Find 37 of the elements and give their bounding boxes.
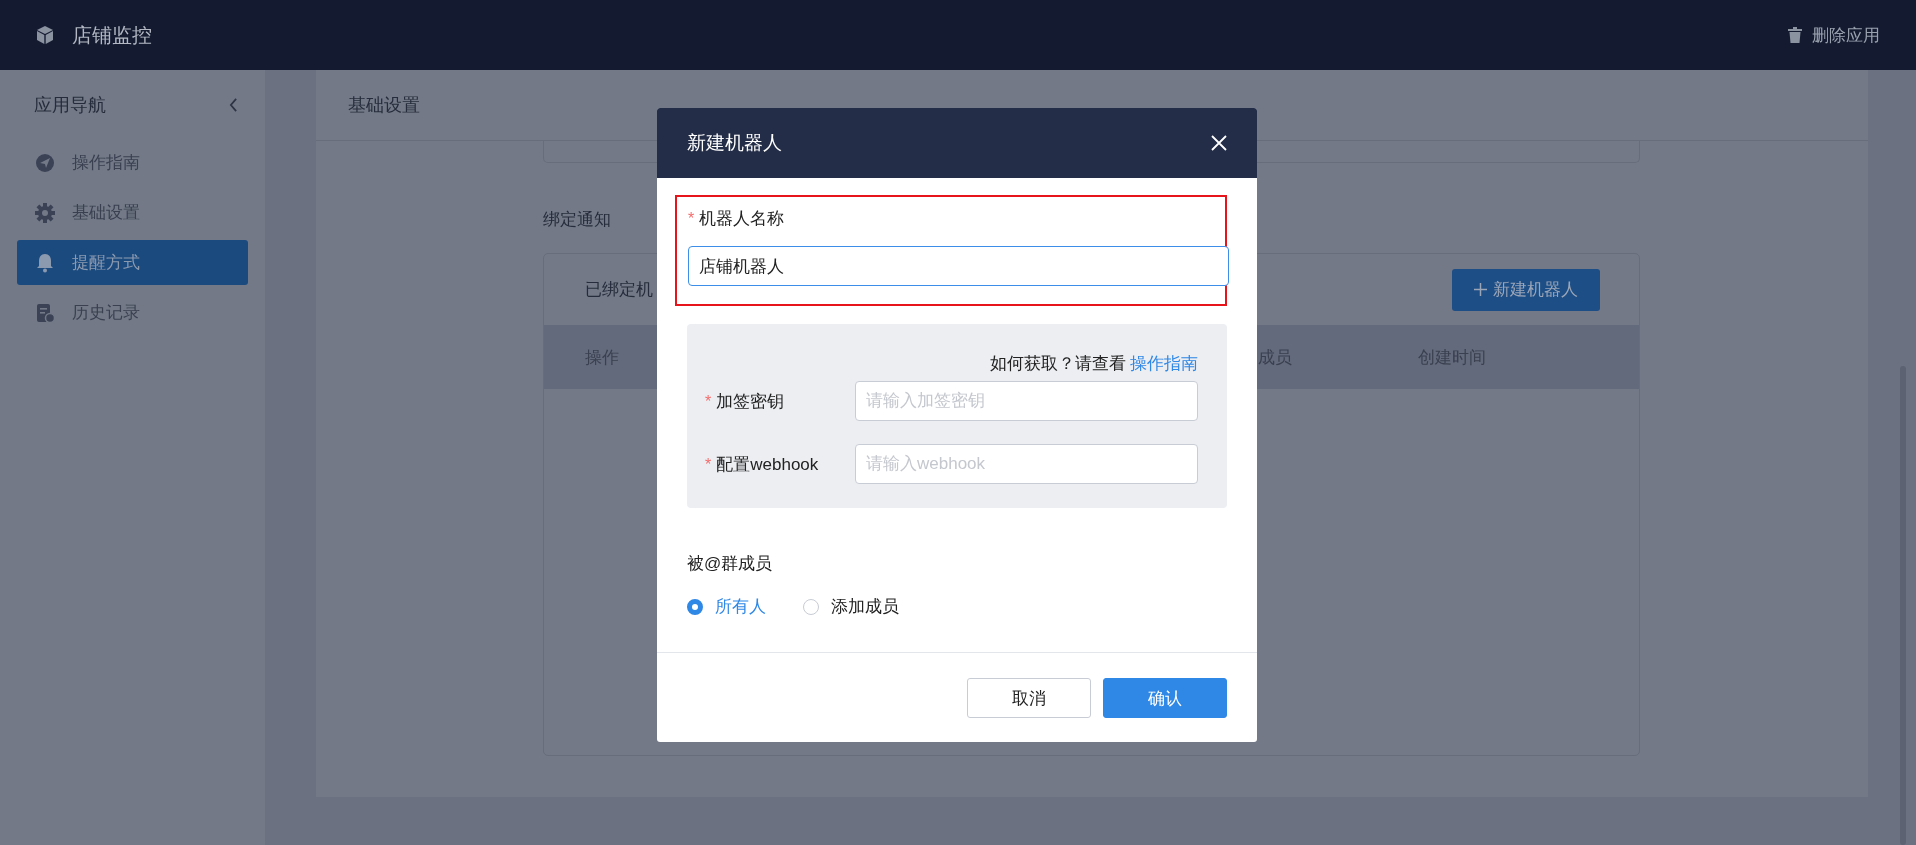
sidebar-item[interactable]: 提醒方式: [17, 240, 248, 285]
plus-icon: [1474, 283, 1487, 296]
cube-icon: [35, 25, 55, 45]
sidebar-item[interactable]: 操作指南: [17, 140, 248, 185]
text-field[interactable]: 请输入webhook: [855, 444, 1198, 484]
section-title: 绑定通知: [543, 209, 611, 230]
trash-icon: [1788, 27, 1802, 43]
field-label: 机器人名称: [699, 208, 785, 230]
field-label: 配置webhook: [716, 453, 819, 476]
delete-app-button[interactable]: 删除应用: [1788, 23, 1880, 47]
document-clock-icon: [35, 302, 55, 323]
close-icon[interactable]: [1211, 135, 1227, 151]
page-title: 基础设置: [348, 94, 420, 117]
hint-text: 如何获取？请查看: [990, 353, 1126, 375]
radio-option[interactable]: 所有人: [687, 595, 766, 618]
chevron-left-icon[interactable]: [229, 98, 238, 112]
dialog-title: 新建机器人: [687, 131, 782, 155]
panel-title: 已绑定机: [585, 279, 653, 301]
send-icon: [35, 152, 55, 173]
field-label: 被@群成员: [687, 553, 774, 575]
required-mark: *: [688, 210, 695, 228]
sidebar-item[interactable]: 历史记录: [17, 290, 248, 335]
bell-icon: [35, 252, 55, 273]
robot-name-field[interactable]: 店铺机器人: [688, 246, 1229, 286]
confirm-button[interactable]: 确认: [1103, 678, 1227, 718]
field-label: 加签密钥: [716, 390, 785, 413]
text-field[interactable]: 请输入加签密钥: [855, 381, 1198, 421]
sidebar-title: 应用导航: [34, 94, 106, 117]
radio-option[interactable]: 添加成员: [803, 595, 899, 618]
gear-icon: [35, 202, 55, 223]
guide-link[interactable]: 操作指南: [1130, 352, 1198, 375]
required-mark: *: [705, 455, 712, 474]
required-mark: *: [705, 392, 712, 411]
sidebar-item[interactable]: 基础设置: [17, 190, 248, 235]
app-title: 店铺监控: [72, 22, 152, 48]
cancel-button[interactable]: 取消: [967, 678, 1091, 718]
add-robot-button[interactable]: 新建机器人: [1452, 268, 1600, 311]
